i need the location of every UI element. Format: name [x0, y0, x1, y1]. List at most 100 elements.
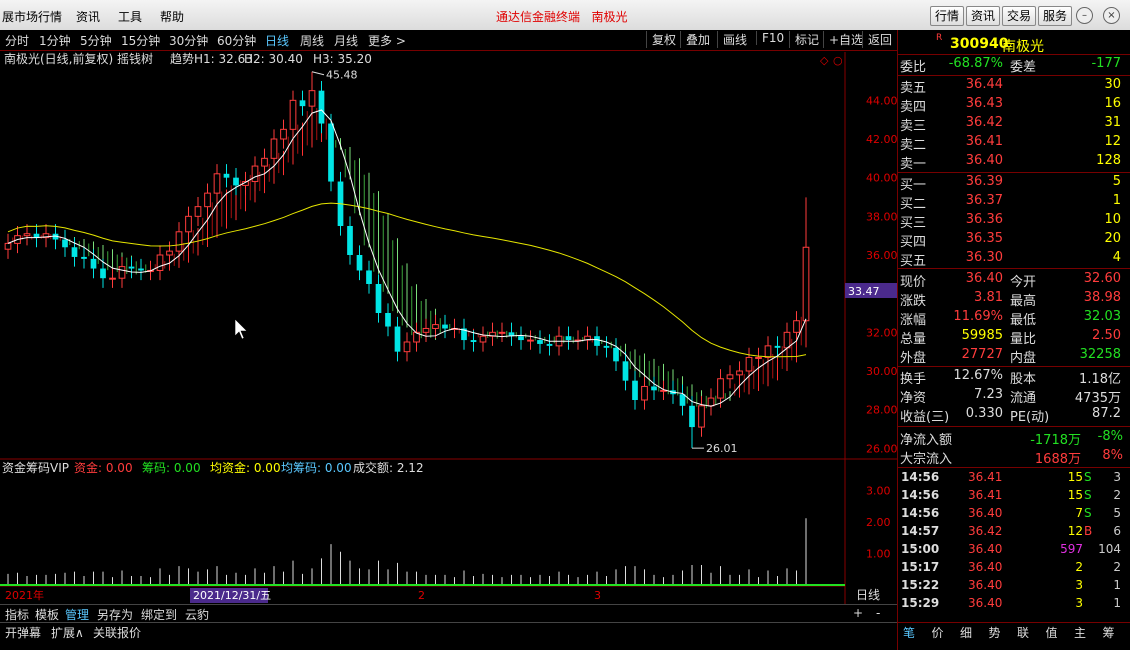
- ask-row: 卖三 36.42 31: [900, 115, 1121, 134]
- candle-body: [651, 386, 657, 391]
- candle-body: [81, 256, 87, 259]
- title-bar: 展市场行情 资讯 工具 帮助 通达信金融终端 南极光 行情 资讯 交易 服务 –…: [0, 0, 1130, 31]
- period-1min[interactable]: 1分钟: [39, 32, 71, 49]
- stat-row: 外盘 27727 内盘 32258: [900, 347, 1121, 366]
- candle-body: [707, 397, 715, 407]
- info-button[interactable]: 资讯: [966, 6, 1001, 26]
- bid-row: 买二 36.37 1: [900, 193, 1121, 212]
- kline-chart[interactable]: 44.0042.0040.0038.0036.0034.0032.0030.00…: [0, 51, 897, 604]
- danmaku-toggle[interactable]: 开弹幕: [2, 624, 44, 641]
- trade-button[interactable]: 交易: [1002, 6, 1037, 26]
- detail-tab[interactable]: 价: [932, 624, 944, 641]
- candle-body: [774, 345, 781, 348]
- period-30min[interactable]: 30分钟: [169, 32, 208, 49]
- zoom-in-icon[interactable]: +: [850, 606, 866, 620]
- menu-tools[interactable]: 工具: [118, 8, 142, 25]
- ma-line-white: [7, 109, 807, 407]
- period-monthly[interactable]: 月线: [334, 32, 358, 49]
- sub-turnover: 成交额: 2.12: [353, 460, 424, 475]
- candle-body: [366, 270, 372, 284]
- candle-body: [118, 266, 126, 279]
- expand-toggle[interactable]: 扩展∧: [48, 624, 87, 641]
- tab-indicator[interactable]: 指标: [2, 606, 32, 623]
- overlay-button[interactable]: 叠加: [680, 31, 710, 48]
- tick-row: 15:29 36.40 3 1: [901, 596, 1121, 610]
- candle-body: [442, 324, 448, 329]
- candle-body: [356, 255, 363, 271]
- detail-tab[interactable]: 细: [960, 624, 972, 641]
- bid-row: 买五 36.30 4: [900, 250, 1121, 269]
- quote-button[interactable]: 行情: [930, 6, 965, 26]
- detail-tab[interactable]: 联: [1017, 624, 1029, 641]
- candle-body: [432, 324, 439, 329]
- legend-h2: H2: 30.40: [244, 52, 303, 66]
- close-small-icon[interactable]: ○: [833, 54, 843, 67]
- volume-y-tick-2: 1.00: [866, 548, 891, 561]
- tab-template[interactable]: 模板: [32, 606, 62, 623]
- detail-tabs: 笔价细势联值主筹: [897, 622, 1130, 641]
- detail-tab[interactable]: 值: [1046, 624, 1058, 641]
- sub-period-label: 日线: [856, 588, 880, 602]
- candle-body: [204, 192, 211, 208]
- f10-button[interactable]: F10: [756, 31, 784, 45]
- candle-body: [622, 361, 629, 381]
- zoom-out-icon[interactable]: -: [873, 606, 883, 620]
- tick-row: 15:17 36.40 2 2: [901, 560, 1121, 574]
- tab-save-as[interactable]: 另存为: [94, 606, 136, 623]
- candle-body: [783, 331, 791, 349]
- candle-body: [613, 347, 619, 362]
- minimize-icon[interactable]: –: [1076, 7, 1093, 24]
- volume-y-axis: 3.00 2.00 1.00: [866, 485, 891, 561]
- mark-button[interactable]: 标记: [789, 31, 819, 48]
- candle-body: [233, 177, 239, 186]
- add-favorite-button[interactable]: +自选: [823, 31, 863, 48]
- detail-tab[interactable]: 势: [989, 624, 1001, 641]
- related-quotes[interactable]: 关联报价: [90, 624, 144, 641]
- stat-row: 收益(三) 0.330 PE(动) 87.2: [900, 406, 1121, 425]
- tick-row: 14:56 36.40 7 S 5: [901, 506, 1121, 520]
- draw-line-button[interactable]: 画线: [717, 31, 747, 48]
- stat-row: 现价 36.40 今开 32.60: [900, 271, 1121, 290]
- service-button[interactable]: 服务: [1038, 6, 1073, 26]
- tab-bind-to[interactable]: 绑定到: [138, 606, 180, 623]
- adjust-button[interactable]: 复权: [646, 31, 676, 48]
- candle-body: [403, 341, 411, 353]
- diamond-icon[interactable]: ◇: [820, 54, 829, 67]
- y-tick-2: 40.00: [866, 172, 897, 185]
- period-timeshare[interactable]: 分时: [5, 32, 29, 49]
- back-button[interactable]: 返回: [862, 31, 892, 48]
- detail-tab[interactable]: 筹: [1103, 624, 1115, 641]
- menu-news[interactable]: 资讯: [76, 8, 100, 25]
- period-60min[interactable]: 60分钟: [217, 32, 256, 49]
- detail-tab[interactable]: 主: [1074, 624, 1086, 641]
- candle-body: [802, 246, 810, 322]
- candle-body: [270, 138, 278, 159]
- x-month-3: 3: [594, 589, 601, 602]
- chart-legend-name: 南极光(日线,前复权) 摇钱树: [4, 51, 153, 66]
- period-5min[interactable]: 5分钟: [80, 32, 112, 49]
- tab-manage[interactable]: 管理: [62, 606, 92, 623]
- candle-body: [565, 336, 572, 341]
- period-more[interactable]: 更多 >: [368, 32, 406, 49]
- period-daily[interactable]: 日线: [265, 32, 289, 49]
- y-tick-4: 36.00: [866, 249, 897, 262]
- menu-market[interactable]: 展市场行情: [2, 8, 62, 25]
- period-weekly[interactable]: 周线: [300, 32, 324, 49]
- candle-body: [62, 239, 68, 248]
- period-15min[interactable]: 15分钟: [121, 32, 160, 49]
- sub-avg-fund: 均资金: 0.00: [210, 460, 281, 475]
- bid-row: 买三 36.36 10: [900, 212, 1121, 231]
- close-icon[interactable]: ×: [1103, 7, 1120, 24]
- mouse-cursor-icon: [234, 318, 248, 340]
- y-tick-7: 30.00: [866, 365, 897, 378]
- candle-body: [603, 345, 610, 348]
- candle-body: [546, 343, 553, 346]
- stock-code: 300940: [950, 36, 1009, 52]
- detail-tab[interactable]: 笔: [903, 624, 915, 641]
- candle-body: [679, 394, 686, 406]
- tick-row: 14:56 36.41 15 S 2: [901, 488, 1121, 502]
- menu-help[interactable]: 帮助: [160, 8, 184, 25]
- candle-body: [385, 313, 391, 327]
- tick-row: 15:00 36.40 597 104: [901, 542, 1121, 556]
- tab-cloud[interactable]: 云豹: [182, 606, 212, 623]
